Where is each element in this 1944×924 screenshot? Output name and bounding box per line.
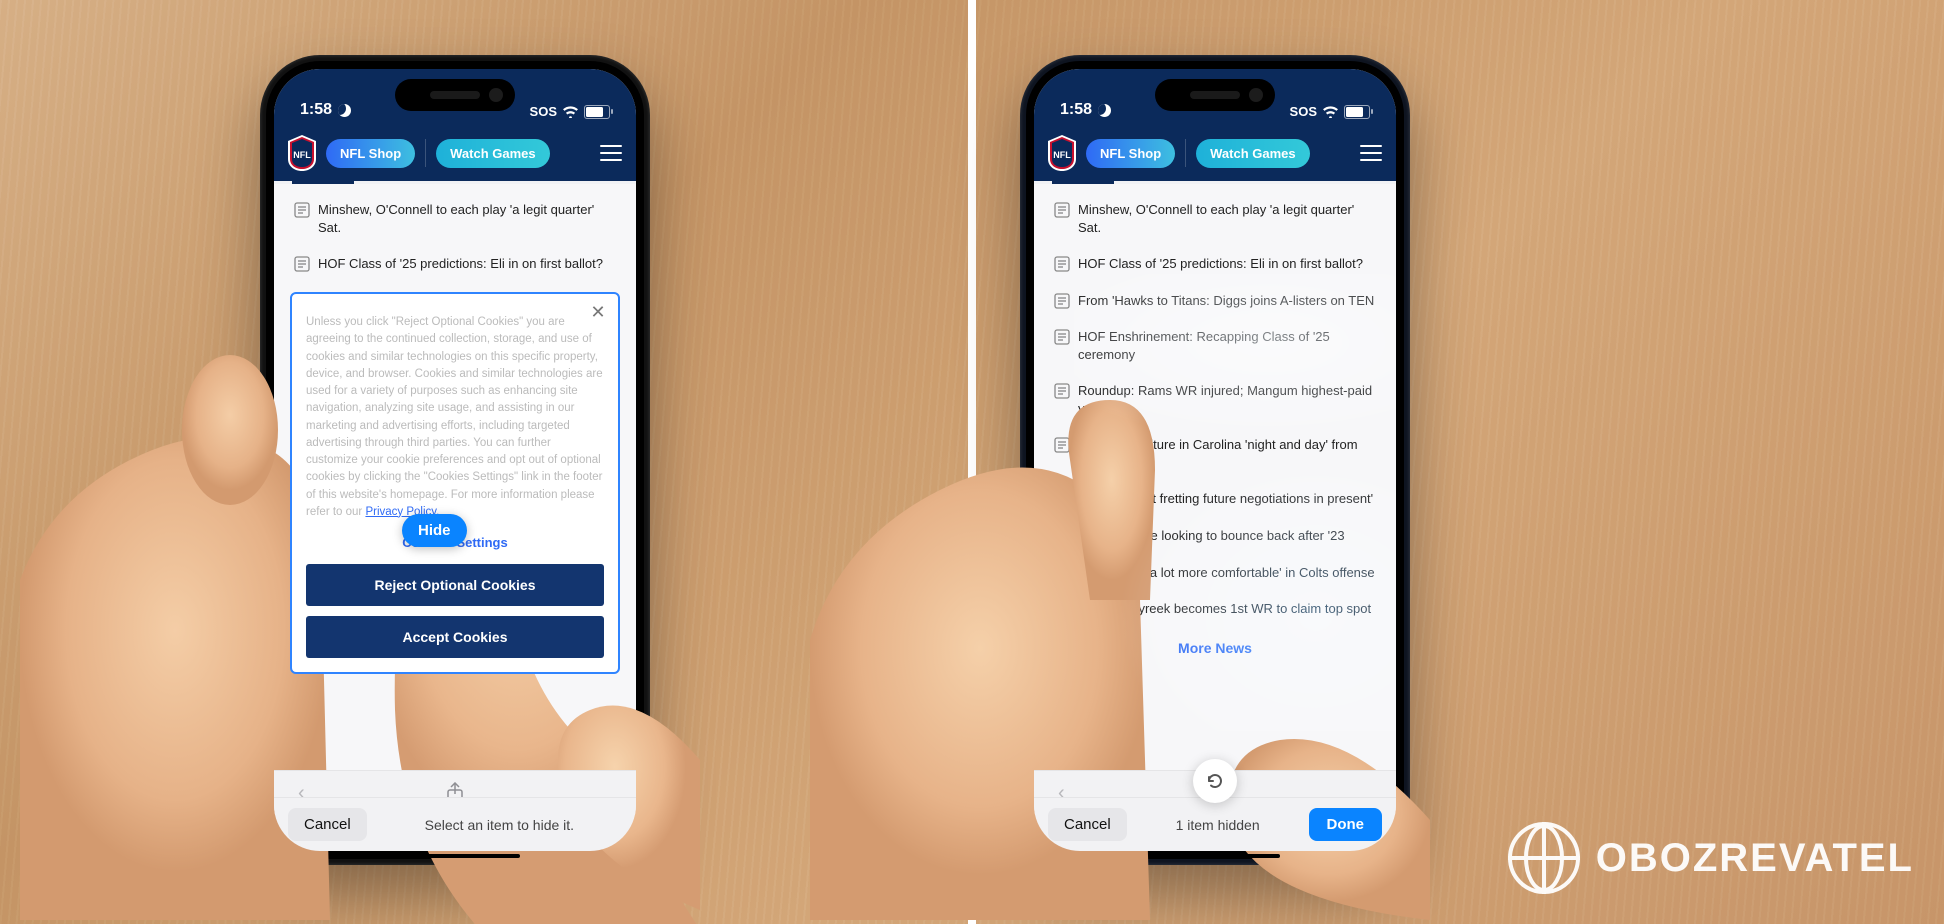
article-icon	[1054, 565, 1070, 581]
news-headline: From 'Hawks to Titans: Diggs joins A-lis…	[1078, 292, 1374, 310]
hide-items-toolbar: Cancel 1 item hidden Done	[1034, 797, 1396, 851]
news-item[interactable]: HOF Class of '25 predictions: Eli in on …	[1042, 246, 1388, 283]
cookie-consent-modal[interactable]: ✕ Unless you click "Reject Optional Cook…	[290, 292, 620, 674]
watch-games-button[interactable]: Watch Games	[1196, 139, 1310, 168]
news-headline: Chiefs' Moore looking to bounce back aft…	[1078, 527, 1345, 545]
dynamic-island	[1155, 79, 1275, 111]
svg-text:NFL: NFL	[1053, 150, 1071, 160]
toolbar-status-text: 1 item hidden	[1137, 817, 1299, 833]
wifi-icon	[1323, 106, 1338, 118]
article-icon	[1054, 528, 1070, 544]
news-item[interactable]: HOF Class of '25 predictions: Eli in on …	[282, 246, 628, 283]
news-item[interactable]: Top 100: Tyreek becomes 1st WR to claim …	[1042, 591, 1388, 628]
nfl-shop-button[interactable]: NFL Shop	[1086, 139, 1175, 168]
menu-hamburger-icon[interactable]	[1360, 145, 1382, 161]
news-headline: Minshew, O'Connell to each play 'a legit…	[318, 201, 616, 236]
article-icon	[1054, 491, 1070, 507]
news-headline: HOF Class of '25 predictions: Eli in on …	[1078, 255, 1363, 273]
close-icon[interactable]: ✕	[588, 302, 608, 322]
news-list: Minshew, O'Connell to each play 'a legit…	[1034, 184, 1396, 628]
news-headline: QB Purdy not fretting future negotiation…	[1078, 490, 1373, 508]
hide-distracting-item-button[interactable]: Hide	[402, 514, 467, 547]
article-icon	[1054, 293, 1070, 309]
news-item[interactable]: Chiefs' Moore looking to bounce back aft…	[1042, 518, 1388, 555]
wifi-icon	[563, 106, 578, 118]
obozrevatel-watermark: OBOZREVATEL	[1508, 822, 1914, 894]
battery-icon	[1344, 105, 1370, 119]
news-list: Minshew, O'Connell to each play 'a legit…	[274, 184, 636, 283]
reject-cookies-button[interactable]: Reject Optional Cookies	[306, 564, 604, 606]
nfl-app-header: NFL NFL Shop Watch Games	[274, 125, 636, 181]
do-not-disturb-icon	[338, 104, 351, 117]
article-icon	[1054, 202, 1070, 218]
news-item[interactable]: Richardson 'a lot more comfortable' in C…	[1042, 555, 1388, 592]
news-item[interactable]: Sanders: Culture in Carolina 'night and …	[1042, 427, 1388, 481]
watch-games-button[interactable]: Watch Games	[436, 139, 550, 168]
image-split-divider	[968, 0, 976, 924]
accept-cookies-button[interactable]: Accept Cookies	[306, 616, 604, 658]
hide-items-toolbar: Cancel Select an item to hide it.	[274, 797, 636, 851]
article-icon	[1054, 329, 1070, 345]
watermark-text: OBOZREVATEL	[1596, 836, 1914, 881]
cookie-consent-text: Unless you click "Reject Optional Cookie…	[306, 314, 604, 521]
sos-indicator: SOS	[530, 104, 557, 119]
news-headline: Top 100: Tyreek becomes 1st WR to claim …	[1078, 600, 1371, 618]
article-icon	[1054, 256, 1070, 272]
nfl-logo-icon: NFL	[1048, 135, 1076, 171]
news-headline: HOF Enshrinement: Recapping Class of '25…	[1078, 328, 1376, 363]
iphone-left-device: 1:58 SOS NFL NFL Shop Watch Games	[260, 55, 650, 865]
dynamic-island	[395, 79, 515, 111]
news-headline: Roundup: Rams WR injured; Mangum highest…	[1078, 382, 1376, 417]
nfl-logo-icon: NFL	[288, 135, 316, 171]
sos-indicator: SOS	[1290, 104, 1317, 119]
status-time: 1:58	[300, 101, 332, 119]
news-headline: Sanders: Culture in Carolina 'night and …	[1078, 436, 1376, 471]
news-headline: HOF Class of '25 predictions: Eli in on …	[318, 255, 603, 273]
done-button[interactable]: Done	[1309, 808, 1383, 841]
article-icon	[294, 202, 310, 218]
news-item[interactable]: Minshew, O'Connell to each play 'a legit…	[1042, 192, 1388, 246]
cancel-button[interactable]: Cancel	[288, 808, 367, 841]
nfl-app-header: NFL NFL Shop Watch Games	[1034, 125, 1396, 181]
news-item[interactable]: From 'Hawks to Titans: Diggs joins A-lis…	[1042, 283, 1388, 320]
toolbar-status-text: Select an item to hide it.	[377, 817, 622, 833]
news-item[interactable]: QB Purdy not fretting future negotiation…	[1042, 481, 1388, 518]
globe-icon	[1508, 822, 1580, 894]
battery-icon	[584, 105, 610, 119]
news-headline: Minshew, O'Connell to each play 'a legit…	[1078, 201, 1376, 236]
home-indicator	[1150, 854, 1280, 858]
article-icon	[1054, 437, 1070, 453]
undo-hide-button[interactable]	[1193, 759, 1237, 803]
news-item[interactable]: Minshew, O'Connell to each play 'a legit…	[282, 192, 628, 246]
news-item[interactable]: Roundup: Rams WR injured; Mangum highest…	[1042, 373, 1388, 427]
nfl-shop-button[interactable]: NFL Shop	[326, 139, 415, 168]
news-item[interactable]: HOF Enshrinement: Recapping Class of '25…	[1042, 319, 1388, 373]
do-not-disturb-icon	[1098, 104, 1111, 117]
news-headline: Richardson 'a lot more comfortable' in C…	[1078, 564, 1375, 582]
home-indicator	[390, 854, 520, 858]
menu-hamburger-icon[interactable]	[600, 145, 622, 161]
svg-text:NFL: NFL	[293, 150, 311, 160]
article-icon	[1054, 383, 1070, 399]
cancel-button[interactable]: Cancel	[1048, 808, 1127, 841]
article-icon	[1054, 601, 1070, 617]
article-icon	[294, 256, 310, 272]
iphone-right-device: 1:58 SOS NFL NFL Shop Watch Games Minshe…	[1020, 55, 1410, 865]
more-news-link[interactable]: More News	[1034, 628, 1396, 716]
status-time: 1:58	[1060, 101, 1092, 119]
